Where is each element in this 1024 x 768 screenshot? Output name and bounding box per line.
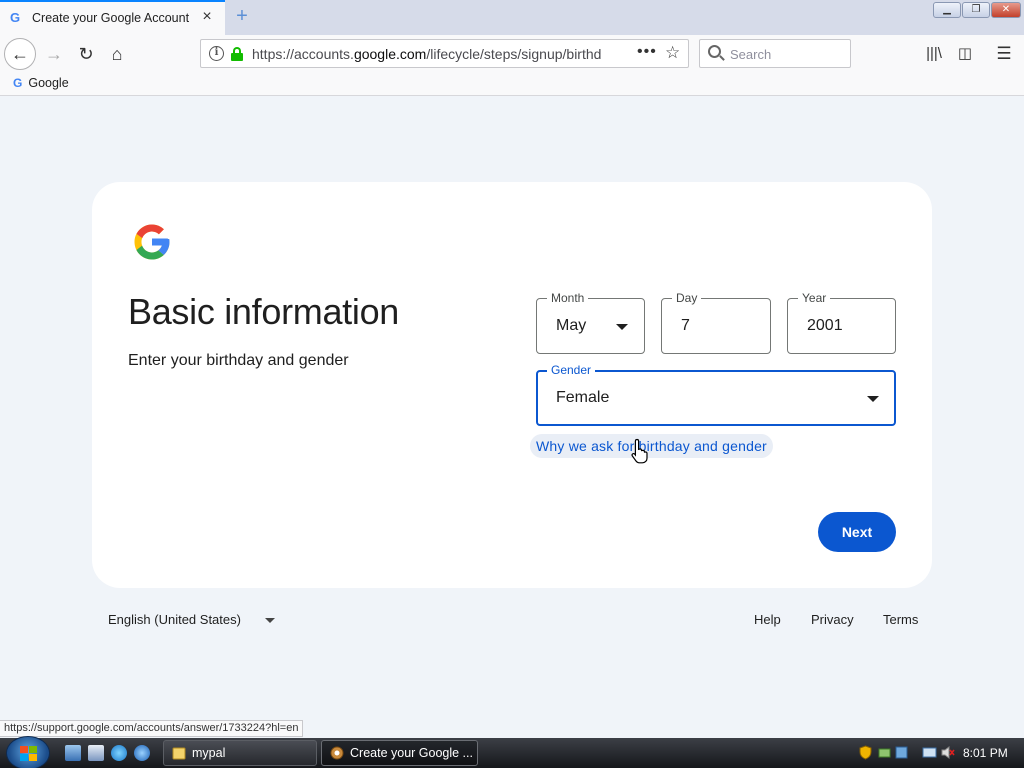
year-value: 2001: [807, 317, 843, 334]
url-host: google.com: [353, 46, 427, 62]
url-prefix: https://accounts.: [252, 46, 354, 62]
navigation-toolbar: ← → ↻ ⌂ i https://accounts.google.com/li…: [0, 35, 1024, 73]
folder-icon: [172, 747, 186, 760]
sidebar-toggle-icon[interactable]: ◫: [955, 44, 975, 64]
close-tab-icon[interactable]: ×: [199, 9, 215, 25]
search-icon: [708, 45, 721, 58]
day-label: Day: [672, 291, 702, 305]
hamburger-menu-icon[interactable]: ☰: [994, 44, 1014, 64]
chevron-down-icon: [867, 396, 879, 402]
page-subtitle: Enter your birthday and gender: [128, 352, 349, 369]
security-shield-icon[interactable]: [858, 745, 873, 760]
secure-lock-icon[interactable]: [231, 47, 243, 61]
taskbar-item-label: Create your Google ...: [350, 746, 473, 760]
system-clock[interactable]: 8:01 PM: [963, 746, 1008, 760]
updates-icon[interactable]: [894, 745, 909, 760]
chevron-down-icon[interactable]: [265, 618, 275, 623]
new-tab-plus-icon[interactable]: +: [232, 5, 252, 27]
site-info-icon[interactable]: i: [209, 46, 224, 61]
why-birthday-gender-link[interactable]: Why we ask for birthday and gender: [530, 434, 773, 458]
chevron-down-icon: [616, 324, 628, 330]
display-icon[interactable]: [922, 745, 937, 760]
month-select[interactable]: Month May: [536, 291, 645, 354]
year-field[interactable]: Year 2001: [787, 291, 896, 354]
url-text[interactable]: https://accounts.google.com/lifecycle/st…: [252, 46, 602, 62]
privacy-link[interactable]: Privacy: [811, 612, 854, 627]
url-path: /lifecycle/steps/signup/birthd: [426, 46, 602, 62]
taskbar-item-label: mypal: [192, 746, 226, 760]
forward-arrow-icon[interactable]: →: [38, 38, 70, 70]
switch-windows-icon[interactable]: [88, 745, 104, 761]
month-label: Month: [547, 291, 589, 305]
volume-muted-icon[interactable]: [940, 745, 955, 760]
gender-value: Female: [556, 389, 610, 406]
minimize-window-button[interactable]: ▁: [933, 2, 961, 18]
month-value: May: [556, 317, 587, 334]
internet-explorer-icon[interactable]: [111, 745, 127, 761]
terms-link[interactable]: Terms: [883, 612, 918, 627]
window-controls: ▁ ❐ ✕: [933, 2, 1021, 18]
system-tray: 8:01 PM: [852, 738, 1024, 768]
next-button[interactable]: Next: [818, 512, 896, 552]
active-tab[interactable]: G Create your Google Account ×: [0, 0, 225, 35]
library-icon[interactable]: |||\: [924, 44, 944, 64]
gender-label: Gender: [547, 363, 596, 377]
tab-title: Create your Google Account: [32, 11, 190, 25]
start-button[interactable]: [6, 736, 50, 768]
address-bar[interactable]: i https://accounts.google.com/lifecycle/…: [200, 39, 689, 68]
bookmarks-toolbar: G Google: [0, 73, 1024, 96]
home-icon[interactable]: ⌂: [101, 38, 133, 70]
gender-select[interactable]: Gender Female: [536, 363, 896, 426]
taskbar-item-mypal[interactable]: mypal: [163, 740, 317, 766]
browser-tab-strip: G Create your Google Account × + ▁ ❐ ✕: [0, 0, 1024, 35]
page-title: Basic information: [128, 291, 400, 332]
bookmark-label: Google: [28, 76, 69, 90]
google-logo-icon: [134, 224, 170, 260]
browser-app-icon: [330, 746, 344, 760]
day-field[interactable]: Day 7: [661, 291, 771, 354]
restore-window-button[interactable]: ❐: [962, 2, 990, 18]
show-desktop-icon[interactable]: [65, 745, 81, 761]
search-input[interactable]: [730, 45, 840, 63]
network-status-icon[interactable]: [877, 745, 892, 760]
google-favicon-icon: G: [10, 10, 21, 25]
reload-icon[interactable]: ↻: [70, 38, 102, 70]
hand-pointer-cursor-icon: [631, 438, 648, 464]
help-link[interactable]: Help: [754, 612, 781, 627]
search-box[interactable]: [699, 39, 851, 68]
taskbar-item-browser[interactable]: Create your Google ...: [321, 740, 478, 766]
year-label: Year: [798, 291, 831, 305]
windows-taskbar: mypal Create your Google ... 8:01 PM: [0, 736, 1024, 768]
status-bar-url: https://support.google.com/accounts/answ…: [0, 720, 304, 737]
bookmark-star-icon[interactable]: ☆: [665, 43, 680, 63]
close-window-button[interactable]: ✕: [991, 2, 1021, 18]
back-arrow-icon[interactable]: ←: [4, 38, 36, 70]
google-favicon-icon: G: [13, 76, 23, 90]
language-selector[interactable]: English (United States): [108, 612, 241, 627]
bookmark-google[interactable]: G Google: [13, 76, 69, 90]
page-actions-menu-icon[interactable]: •••: [637, 43, 657, 61]
browser-quicklaunch-icon[interactable]: [134, 745, 150, 761]
day-value: 7: [681, 317, 690, 334]
windows-logo-icon: [20, 746, 38, 762]
